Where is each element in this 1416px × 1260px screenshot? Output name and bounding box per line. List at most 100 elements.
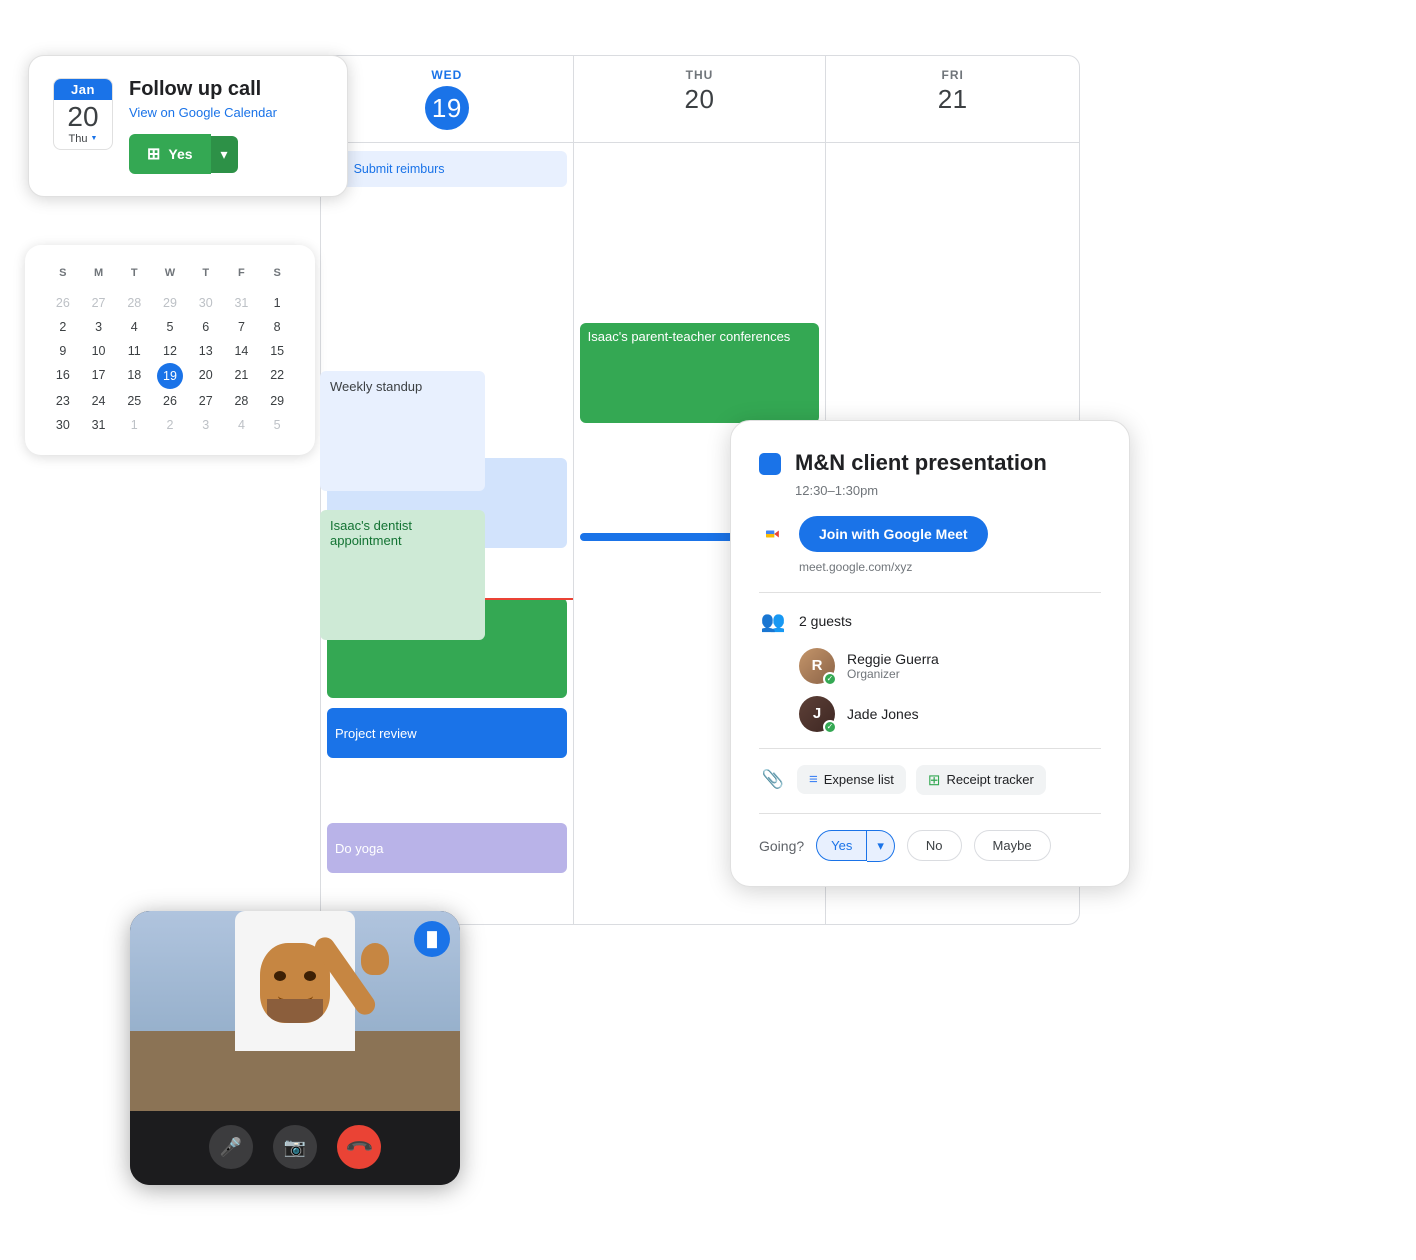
attachment-expense-label: Expense list [824,772,894,787]
event-standup-title: Weekly standup [330,379,422,394]
event-dentist[interactable]: Isaac's dentist appointment [320,510,485,640]
mc-row-4: 16 17 18 19 20 21 22 [45,363,295,389]
google-meet-logo [759,520,787,548]
event-card: Jan 20 Thu Follow up call View on Google… [28,55,348,197]
event-submit-title: Submit reimburs [354,162,445,176]
event-project-title: Project review [335,726,417,741]
wed-num: 19 [425,86,469,130]
attachment-receipt[interactable]: ⊞ Receipt tracker [916,765,1046,795]
video-controls: 🎤 📷 📞 [130,1111,460,1185]
attachment-expense[interactable]: ≡ Expense list [797,765,906,794]
mc-row-6: 30 31 1 2 3 4 5 [45,413,295,437]
mc-fri: F [224,263,260,283]
guest-jade-info: Jade Jones [847,706,919,722]
mc-today[interactable]: 19 [157,363,183,389]
mc-tue: T [116,263,152,283]
attachment-receipt-label: Receipt tracker [946,772,1033,787]
going-yes-arrow-button[interactable]: ▾ [867,830,895,862]
mc-wed: W [152,263,188,283]
divider-3 [759,813,1101,814]
mc-row-2: 2 3 4 5 6 7 8 [45,315,295,339]
calendar-header: WED 19 THU 20 FRI 21 [321,56,1079,143]
video-person: ▐▌ [130,911,460,1111]
divider-1 [759,592,1101,593]
yes-button[interactable]: Yes [129,134,211,174]
hand-raised [361,943,389,975]
end-call-button[interactable]: 📞 [337,1125,381,1169]
cal-icon-dow: Thu [54,133,112,149]
guest-reggie: R ✓ Reggie Guerra Organizer [799,648,1101,684]
event-parent-teacher[interactable]: Isaac's parent-teacher conferences [580,323,820,423]
cal-icon-month: Jan [54,79,112,100]
guest-reggie-name: Reggie Guerra [847,651,939,667]
mc-mon: M [81,263,117,283]
event-card-date-row: Jan 20 Thu Follow up call View on Google… [53,78,323,174]
event-parent-teacher-title: Isaac's parent-teacher conferences [588,329,791,344]
mc-row-5: 23 24 25 26 27 28 29 [45,389,295,413]
detail-color-dot [759,453,781,475]
event-title-section: Follow up call View on Google Calendar Y… [129,78,323,174]
detail-time: 12:30–1:30pm [795,483,1101,498]
divider-2 [759,748,1101,749]
guest-jade-avatar: J ✓ [799,696,835,732]
going-label: Going? [759,838,804,854]
mic-button[interactable]: 🎤 [209,1125,253,1169]
thu-num: 20 [574,84,826,115]
docs-icon: ≡ [809,771,818,788]
detail-title: M&N client presentation [795,449,1047,477]
going-row: Going? Yes ▾ No Maybe [759,830,1101,862]
meet-url: meet.google.com/xyz [799,560,1101,574]
video-call-card: ▐▌ 🎤 📷 📞 [130,911,460,1185]
thu-label: THU [686,68,714,82]
camera-button[interactable]: 📷 [273,1125,317,1169]
audio-level-icon: ▐▌ [414,921,450,957]
mc-row-3: 9 10 11 12 13 14 15 [45,339,295,363]
mc-row-1: 26 27 28 29 30 31 1 [45,291,295,315]
header-wed: WED 19 [321,56,574,142]
guest-jade-name: Jade Jones [847,706,919,722]
attachment-icon: 📎 [759,769,787,790]
detail-header: M&N client presentation [759,449,1101,477]
guest-reggie-check: ✓ [823,672,837,686]
attachments-row: 📎 ≡ Expense list ⊞ Receipt tracker [759,765,1101,795]
going-yes-button[interactable]: Yes [816,830,867,861]
event-standup[interactable]: Weekly standup [320,371,485,491]
event-card-title: Follow up call [129,78,323,101]
calendar-icon: Jan 20 Thu [53,78,113,150]
mic-icon: 🎤 [220,1137,242,1158]
guests-count: 2 guests [799,613,852,629]
guest-reggie-role: Organizer [847,667,939,681]
guests-icon: 👥 [759,609,787,634]
going-maybe-button[interactable]: Maybe [974,830,1051,861]
view-gcal-link[interactable]: View on Google Calendar [129,105,323,120]
header-thu: THU 20 [574,56,827,142]
mc-sat: S [259,263,295,283]
audio-bars: ▐▌ [422,931,442,947]
join-meet-button[interactable]: Join with Google Meet [799,516,988,552]
end-call-icon: 📞 [344,1132,375,1163]
event-dentist-title: Isaac's dentist appointment [330,518,412,548]
video-frame: ▐▌ [130,911,460,1111]
guest-reggie-info: Reggie Guerra Organizer [847,651,939,681]
going-no-button[interactable]: No [907,830,962,861]
event-submit[interactable]: ☑ Submit reimburs [327,151,567,187]
cam-icon: 📷 [284,1137,306,1158]
yes-button-group: Yes ▾ [129,134,323,174]
mini-cal-header: S M T W T F S [45,263,295,283]
event-yoga-title: Do yoga [335,841,383,856]
beard [267,999,323,1023]
header-fri: FRI 21 [826,56,1079,142]
mc-thu: T [188,263,224,283]
yes-dropdown-button[interactable]: ▾ [211,136,238,173]
fri-num: 21 [826,84,1079,115]
detail-meet-row: Join with Google Meet [759,516,1101,552]
guest-jade: J ✓ Jade Jones [799,696,1101,732]
mini-calendar: S M T W T F S 26 27 28 29 30 31 1 2 3 4 … [25,245,315,455]
event-project[interactable]: Project review [327,708,567,758]
event-detail-panel: M&N client presentation 12:30–1:30pm Joi… [730,420,1130,887]
cal-icon-day: 20 [54,100,112,133]
event-yoga[interactable]: Do yoga [327,823,567,873]
wed-label: WED [431,68,462,82]
fri-label: FRI [941,68,963,82]
mc-sun: S [45,263,81,283]
